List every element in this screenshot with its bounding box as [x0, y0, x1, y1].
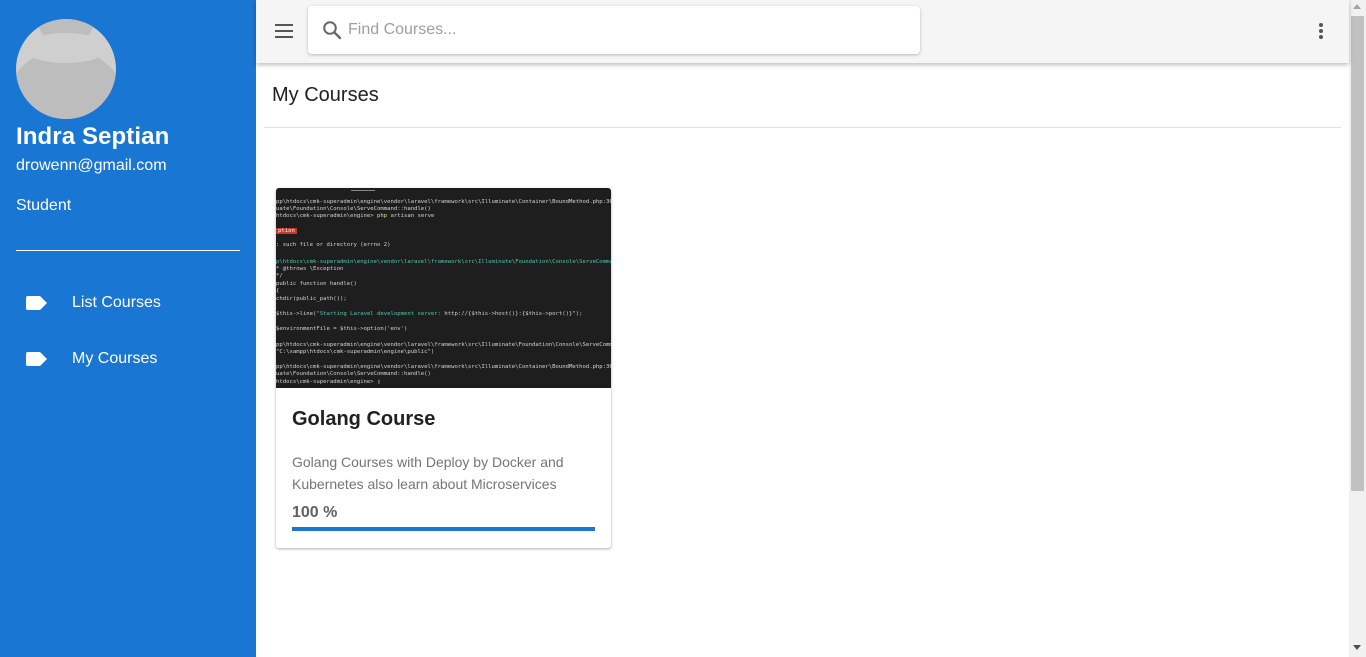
sidebar-item-label: My Courses	[72, 350, 158, 367]
user-email: drowenn@gmail.com	[16, 157, 167, 174]
menu-icon[interactable]	[273, 20, 295, 42]
course-thumbnail: pp\htdocs\cmk-superadmin\engine\vendor\l…	[276, 188, 611, 388]
main-content: My Courses pp\htdocs\cmk-superadmin\engi…	[256, 63, 1349, 657]
label-icon	[26, 296, 47, 310]
sidebar-item-my-courses[interactable]: My Courses	[0, 335, 256, 383]
scrollbar[interactable]	[1349, 0, 1366, 657]
sidebar: Indra Septian drowenn@gmail.com Student …	[0, 0, 256, 657]
title-divider	[264, 127, 1341, 128]
scrollbar-thumb[interactable]	[1351, 16, 1364, 491]
sidebar-item-label: List Courses	[72, 294, 161, 311]
search-input[interactable]	[348, 6, 908, 54]
sidebar-item-list-courses[interactable]: List Courses	[0, 279, 256, 327]
user-name: Indra Septian	[16, 123, 170, 150]
user-role: Student	[16, 197, 72, 214]
course-progress-fill	[292, 527, 595, 531]
course-progress-text: 100 %	[292, 504, 338, 521]
course-card[interactable]: pp\htdocs\cmk-superadmin\engine\vendor\l…	[276, 188, 611, 548]
scroll-up-arrow-icon[interactable]	[1353, 4, 1361, 9]
sidebar-divider	[16, 250, 240, 251]
top-app-bar	[256, 0, 1349, 63]
more-vert-icon[interactable]	[1314, 21, 1328, 41]
course-progress-bar	[292, 527, 595, 531]
course-title: Golang Course	[292, 408, 436, 430]
scroll-down-arrow-icon[interactable]	[1353, 645, 1361, 650]
avatar	[16, 19, 116, 119]
search-bar	[308, 6, 920, 54]
search-icon	[323, 21, 342, 40]
page-title: My Courses	[272, 84, 379, 106]
label-icon	[26, 352, 47, 366]
course-description: Golang Courses with Deploy by Docker and…	[292, 454, 564, 492]
